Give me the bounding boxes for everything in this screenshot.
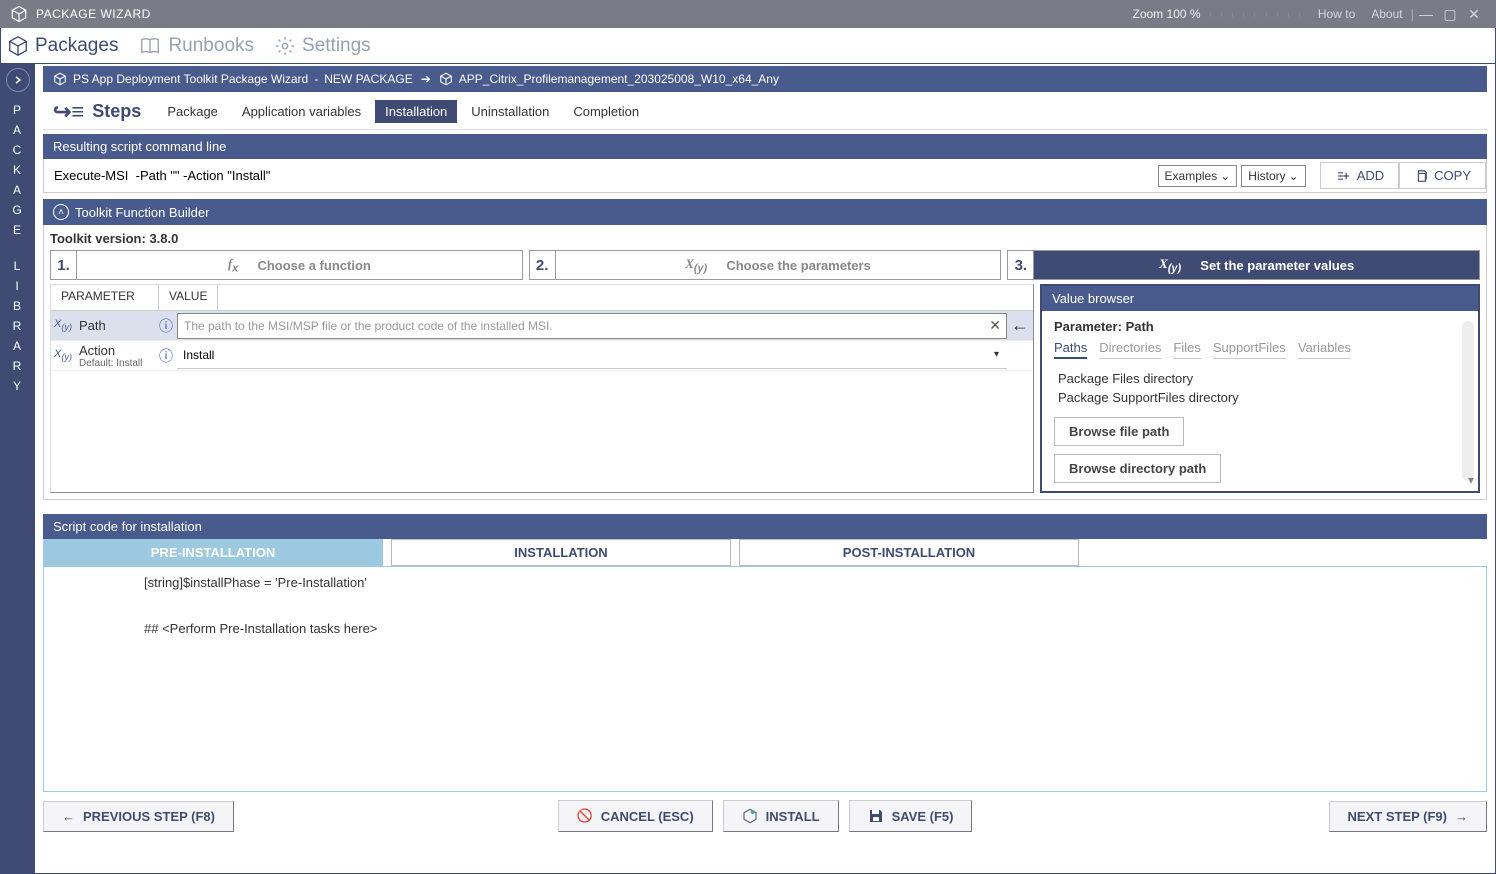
browse-directory-button[interactable]: Browse directory path	[1054, 454, 1221, 483]
vb-tab-variables[interactable]: Variables	[1298, 340, 1351, 359]
save-button[interactable]: SAVE (F5)	[849, 800, 973, 832]
top-nav: Packages Runbooks Settings	[0, 28, 1496, 64]
builder-header[interactable]: ˄ Toolkit Function Builder	[43, 199, 1487, 225]
vb-tab-supportfiles[interactable]: SupportFiles	[1213, 340, 1286, 359]
zoom-indicator: Zoom 100 %	[1132, 7, 1299, 21]
vb-tab-directories[interactable]: Directories	[1099, 340, 1161, 359]
minimize-icon[interactable]: —	[1414, 6, 1438, 22]
param-row-action[interactable]: X(y) Action Default: Install ⓘ ▾	[51, 341, 1033, 371]
param-path-input[interactable]	[177, 313, 1007, 339]
rail-label: PACKAGE LIBRARY	[12, 100, 23, 396]
previous-step-button[interactable]: ← PREVIOUS STEP (F8)	[43, 801, 234, 832]
gear-icon	[274, 35, 296, 57]
col-parameter: PARAMETER	[51, 285, 159, 310]
cube-icon	[10, 5, 28, 23]
xy-icon: X(y)	[685, 256, 707, 275]
cmd-input[interactable]	[44, 162, 1158, 189]
info-icon[interactable]: ⓘ	[155, 346, 177, 366]
cube-icon	[7, 35, 29, 57]
cube-icon	[53, 72, 67, 86]
copy-button[interactable]: COPY	[1399, 162, 1486, 189]
step-tab-package[interactable]: Package	[157, 100, 228, 123]
about-link[interactable]: About	[1371, 7, 1402, 21]
param-row-path[interactable]: X(y) Path ⓘ ✕ ←	[51, 311, 1033, 341]
nav-packages[interactable]: Packages	[7, 35, 118, 57]
xy-icon: X(y)	[51, 318, 75, 332]
next-step-button[interactable]: NEXT STEP (F9) →	[1329, 801, 1487, 832]
chevron-down-icon[interactable]: ▾	[1468, 473, 1474, 487]
arrow-left-icon: ←	[1007, 315, 1033, 336]
nav-settings[interactable]: Settings	[274, 35, 371, 57]
cancel-icon: 🚫	[577, 808, 593, 824]
builder-step-2[interactable]: 2. X(y) Choose the parameters	[529, 250, 1002, 280]
breadcrumb-newpkg: NEW PACKAGE	[324, 72, 412, 86]
value-browser: Value browser Parameter: Path Paths Direc…	[1040, 284, 1480, 493]
info-icon[interactable]: ⓘ	[155, 316, 177, 336]
step-tab-completion[interactable]: Completion	[563, 100, 649, 123]
window-title: PACKAGE WIZARD	[36, 7, 1132, 21]
close-icon[interactable]: ✕	[1462, 6, 1486, 23]
list-add-icon	[1335, 169, 1351, 183]
arrow-right-icon: ➔	[421, 72, 431, 86]
script-line	[144, 598, 1386, 613]
script-line: ## <Perform Pre-Installation tasks here>	[144, 621, 1386, 636]
toolkit-version: Toolkit version: 3.8.0	[50, 231, 1480, 246]
vb-tab-files[interactable]: Files	[1173, 340, 1200, 359]
history-dropdown[interactable]: History⌄	[1241, 165, 1305, 187]
script-body[interactable]: [string]$installPhase = 'Pre-Installatio…	[43, 566, 1487, 792]
nav-runbooks[interactable]: Runbooks	[138, 35, 254, 57]
copy-icon	[1414, 169, 1428, 183]
breadcrumb-wizard: PS App Deployment Toolkit Package Wizard	[73, 72, 308, 86]
builder-step-3[interactable]: 3. X(y) Set the parameter values	[1007, 250, 1480, 280]
param-action-select[interactable]	[177, 343, 1007, 369]
xy-icon: X(y)	[1159, 256, 1181, 275]
script-tab-pre-installation[interactable]: PRE-INSTALLATION	[43, 539, 383, 566]
script-line: [string]$installPhase = 'Pre-Installatio…	[144, 575, 1386, 590]
side-rail: PACKAGE LIBRARY	[1, 64, 35, 873]
browse-file-button[interactable]: Browse file path	[1054, 417, 1184, 446]
arrow-left-icon: ←	[62, 809, 75, 824]
step-tab-uninstallation[interactable]: Uninstallation	[461, 100, 559, 123]
parameter-table: PARAMETER VALUE X(y) Path ⓘ ✕ ←	[50, 284, 1034, 493]
save-icon	[868, 808, 884, 824]
steps-icon: ↪≡	[53, 99, 84, 125]
breadcrumb-package-name: APP_Citrix_Profilemanagement_203025008_W…	[459, 72, 779, 86]
vb-item[interactable]: Package SupportFiles directory	[1054, 388, 1466, 407]
fx-icon: fx	[228, 256, 238, 275]
cube-icon	[439, 72, 453, 86]
script-tab-installation[interactable]: INSTALLATION	[391, 539, 731, 566]
value-browser-header: Value browser	[1042, 286, 1478, 311]
scrollbar[interactable]	[1462, 321, 1474, 481]
chevron-up-icon: ˄	[53, 204, 69, 220]
steps-bar: ↪≡ Steps PackageApplication variablesIns…	[43, 94, 1487, 130]
steps-label: Steps	[92, 101, 141, 122]
script-tab-post-installation[interactable]: POST-INSTALLATION	[739, 539, 1079, 566]
footer: ← PREVIOUS STEP (F8) 🚫 CANCEL (ESC) INST…	[43, 800, 1487, 832]
step-tab-installation[interactable]: Installation	[375, 100, 457, 123]
cancel-button[interactable]: 🚫 CANCEL (ESC)	[558, 800, 713, 832]
chevron-down-icon: ▾	[994, 349, 999, 360]
expand-rail-icon[interactable]	[6, 68, 30, 92]
script-header: Script code for installation	[43, 514, 1487, 539]
install-button[interactable]: INSTALL	[723, 800, 839, 832]
add-button[interactable]: ADD	[1320, 162, 1399, 189]
examples-dropdown[interactable]: Examples⌄	[1158, 165, 1238, 187]
howto-link[interactable]: How to	[1318, 7, 1355, 21]
clear-icon[interactable]: ✕	[989, 317, 1001, 334]
col-value: VALUE	[159, 285, 218, 310]
book-icon	[138, 35, 162, 57]
value-browser-param: Parameter: Path	[1054, 319, 1466, 334]
install-icon	[742, 808, 758, 824]
builder-step-1[interactable]: 1. fx Choose a function	[50, 250, 523, 280]
arrow-right-icon: →	[1455, 809, 1468, 824]
titlebar: PACKAGE WIZARD Zoom 100 % How to About |…	[0, 0, 1496, 28]
xy-icon: X(y)	[51, 348, 75, 362]
vb-item[interactable]: Package Files directory	[1054, 369, 1466, 388]
maximize-icon[interactable]: ▢	[1438, 6, 1462, 23]
zoom-slider[interactable]	[1210, 12, 1300, 17]
vb-tab-paths[interactable]: Paths	[1054, 340, 1087, 359]
cmd-panel-header: Resulting script command line	[43, 134, 1487, 159]
breadcrumb: PS App Deployment Toolkit Package Wizard…	[43, 66, 1487, 92]
step-tab-application-variables[interactable]: Application variables	[232, 100, 371, 123]
